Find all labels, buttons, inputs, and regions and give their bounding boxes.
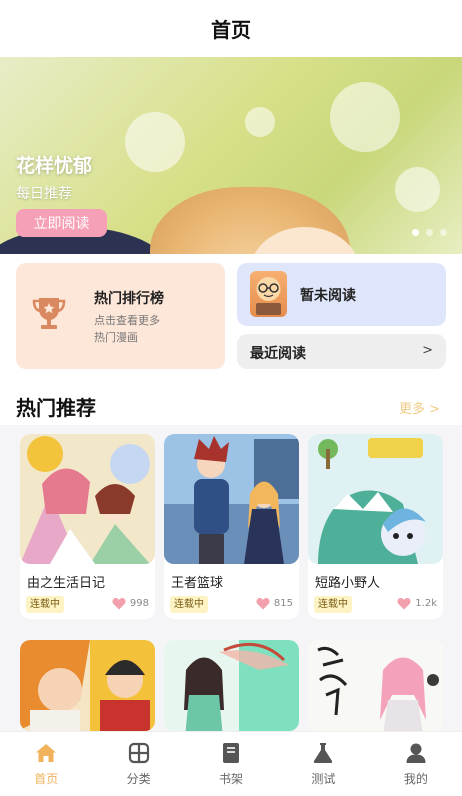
reader-cat-icon bbox=[256, 277, 281, 315]
tab-test[interactable]: 测试 bbox=[277, 732, 369, 796]
tab-home-label: 首页 bbox=[34, 772, 59, 786]
likes-count: 998 bbox=[112, 597, 149, 610]
comic-cover-art bbox=[20, 640, 155, 731]
comic-card[interactable] bbox=[308, 640, 443, 731]
home-icon bbox=[36, 744, 57, 762]
comic-cover-art bbox=[308, 640, 443, 731]
reader-avatar bbox=[250, 271, 287, 317]
banner-bokeh bbox=[330, 82, 400, 152]
comic-cover-art bbox=[20, 434, 155, 564]
trophy-icon bbox=[32, 298, 66, 329]
comic-cover bbox=[308, 434, 443, 564]
top-header: 首页 bbox=[0, 0, 462, 57]
likes-value: 998 bbox=[129, 598, 149, 609]
comic-title: 由之生活日记 bbox=[27, 576, 106, 591]
user-icon bbox=[406, 743, 426, 763]
comic-cover bbox=[20, 640, 155, 731]
carousel-dots bbox=[412, 229, 447, 236]
tab-test-label: 测试 bbox=[311, 772, 336, 786]
book-icon bbox=[223, 743, 240, 763]
tab-category-label: 分类 bbox=[126, 772, 151, 786]
tab-bookshelf-label: 书架 bbox=[219, 772, 244, 786]
status-badge: 连载中 bbox=[314, 596, 352, 613]
likes-value: 815 bbox=[273, 598, 293, 609]
comic-card[interactable]: 短路小野人 连载中 1.2k bbox=[308, 434, 443, 619]
banner-bokeh bbox=[245, 107, 275, 137]
banner-carousel[interactable]: 花样忧郁 每日推荐 立即阅读 bbox=[0, 57, 462, 254]
tab-profile[interactable]: 我的 bbox=[370, 732, 462, 796]
comic-cover-art bbox=[164, 434, 299, 564]
carousel-dot[interactable] bbox=[440, 229, 447, 236]
comic-cover bbox=[164, 434, 299, 564]
comic-card[interactable] bbox=[164, 640, 299, 731]
read-now-button[interactable]: 立即阅读 bbox=[16, 209, 107, 237]
comic-cover-art bbox=[164, 640, 299, 731]
heart-icon[interactable] bbox=[397, 597, 411, 610]
banner-subtitle: 每日推荐 bbox=[16, 186, 72, 202]
no-reading-title: 暂未阅读 bbox=[300, 288, 356, 304]
comic-title: 王者篮球 bbox=[171, 576, 224, 591]
status-badge: 连载中 bbox=[170, 596, 208, 613]
grid-icon bbox=[128, 742, 149, 764]
bottom-tab-bar: 首页 分类 书架 测试 我的 bbox=[0, 731, 462, 796]
tab-home[interactable]: 首页 bbox=[0, 732, 92, 796]
hot-recommend-title: 热门推荐 bbox=[16, 396, 96, 420]
hot-ranking-desc-2: 热门漫画 bbox=[94, 331, 138, 344]
comic-cover bbox=[20, 434, 155, 564]
comic-card[interactable] bbox=[20, 640, 155, 731]
comic-cover bbox=[308, 640, 443, 731]
more-link[interactable]: 更多 > bbox=[399, 398, 440, 417]
banner-bokeh bbox=[395, 167, 440, 212]
page-title: 首页 bbox=[211, 18, 251, 42]
hot-ranking-title: 热门排行榜 bbox=[94, 291, 164, 307]
hot-ranking-desc-1: 点击查看更多 bbox=[94, 314, 160, 327]
carousel-dot[interactable] bbox=[412, 229, 419, 236]
comic-title: 短路小野人 bbox=[315, 576, 381, 591]
status-badge: 连载中 bbox=[26, 596, 64, 613]
comic-cover-art bbox=[308, 434, 443, 564]
recent-reading-label: 最近阅读 bbox=[250, 346, 306, 362]
likes-count: 815 bbox=[256, 597, 293, 610]
likes-count: 1.2k bbox=[397, 597, 437, 610]
banner-title: 花样忧郁 bbox=[16, 155, 93, 177]
comic-cover bbox=[164, 640, 299, 731]
heart-icon[interactable] bbox=[112, 597, 126, 610]
recent-reading-button[interactable]: 最近阅读 > bbox=[237, 334, 446, 369]
tab-profile-label: 我的 bbox=[403, 772, 428, 786]
hot-ranking-card[interactable]: 热门排行榜 点击查看更多 热门漫画 bbox=[16, 263, 225, 369]
tab-category[interactable]: 分类 bbox=[92, 732, 184, 796]
no-reading-card[interactable]: 暂未阅读 bbox=[237, 263, 446, 326]
carousel-dot[interactable] bbox=[426, 229, 433, 236]
chevron-right-icon: > bbox=[422, 343, 433, 358]
heart-icon[interactable] bbox=[256, 597, 270, 610]
comic-card[interactable]: 王者篮球 连载中 815 bbox=[164, 434, 299, 619]
likes-value: 1.2k bbox=[415, 598, 437, 609]
comic-card[interactable]: 由之生活日记 连载中 998 bbox=[20, 434, 155, 619]
flask-icon bbox=[314, 743, 333, 763]
banner-bokeh bbox=[125, 112, 185, 172]
tab-bookshelf[interactable]: 书架 bbox=[185, 732, 277, 796]
